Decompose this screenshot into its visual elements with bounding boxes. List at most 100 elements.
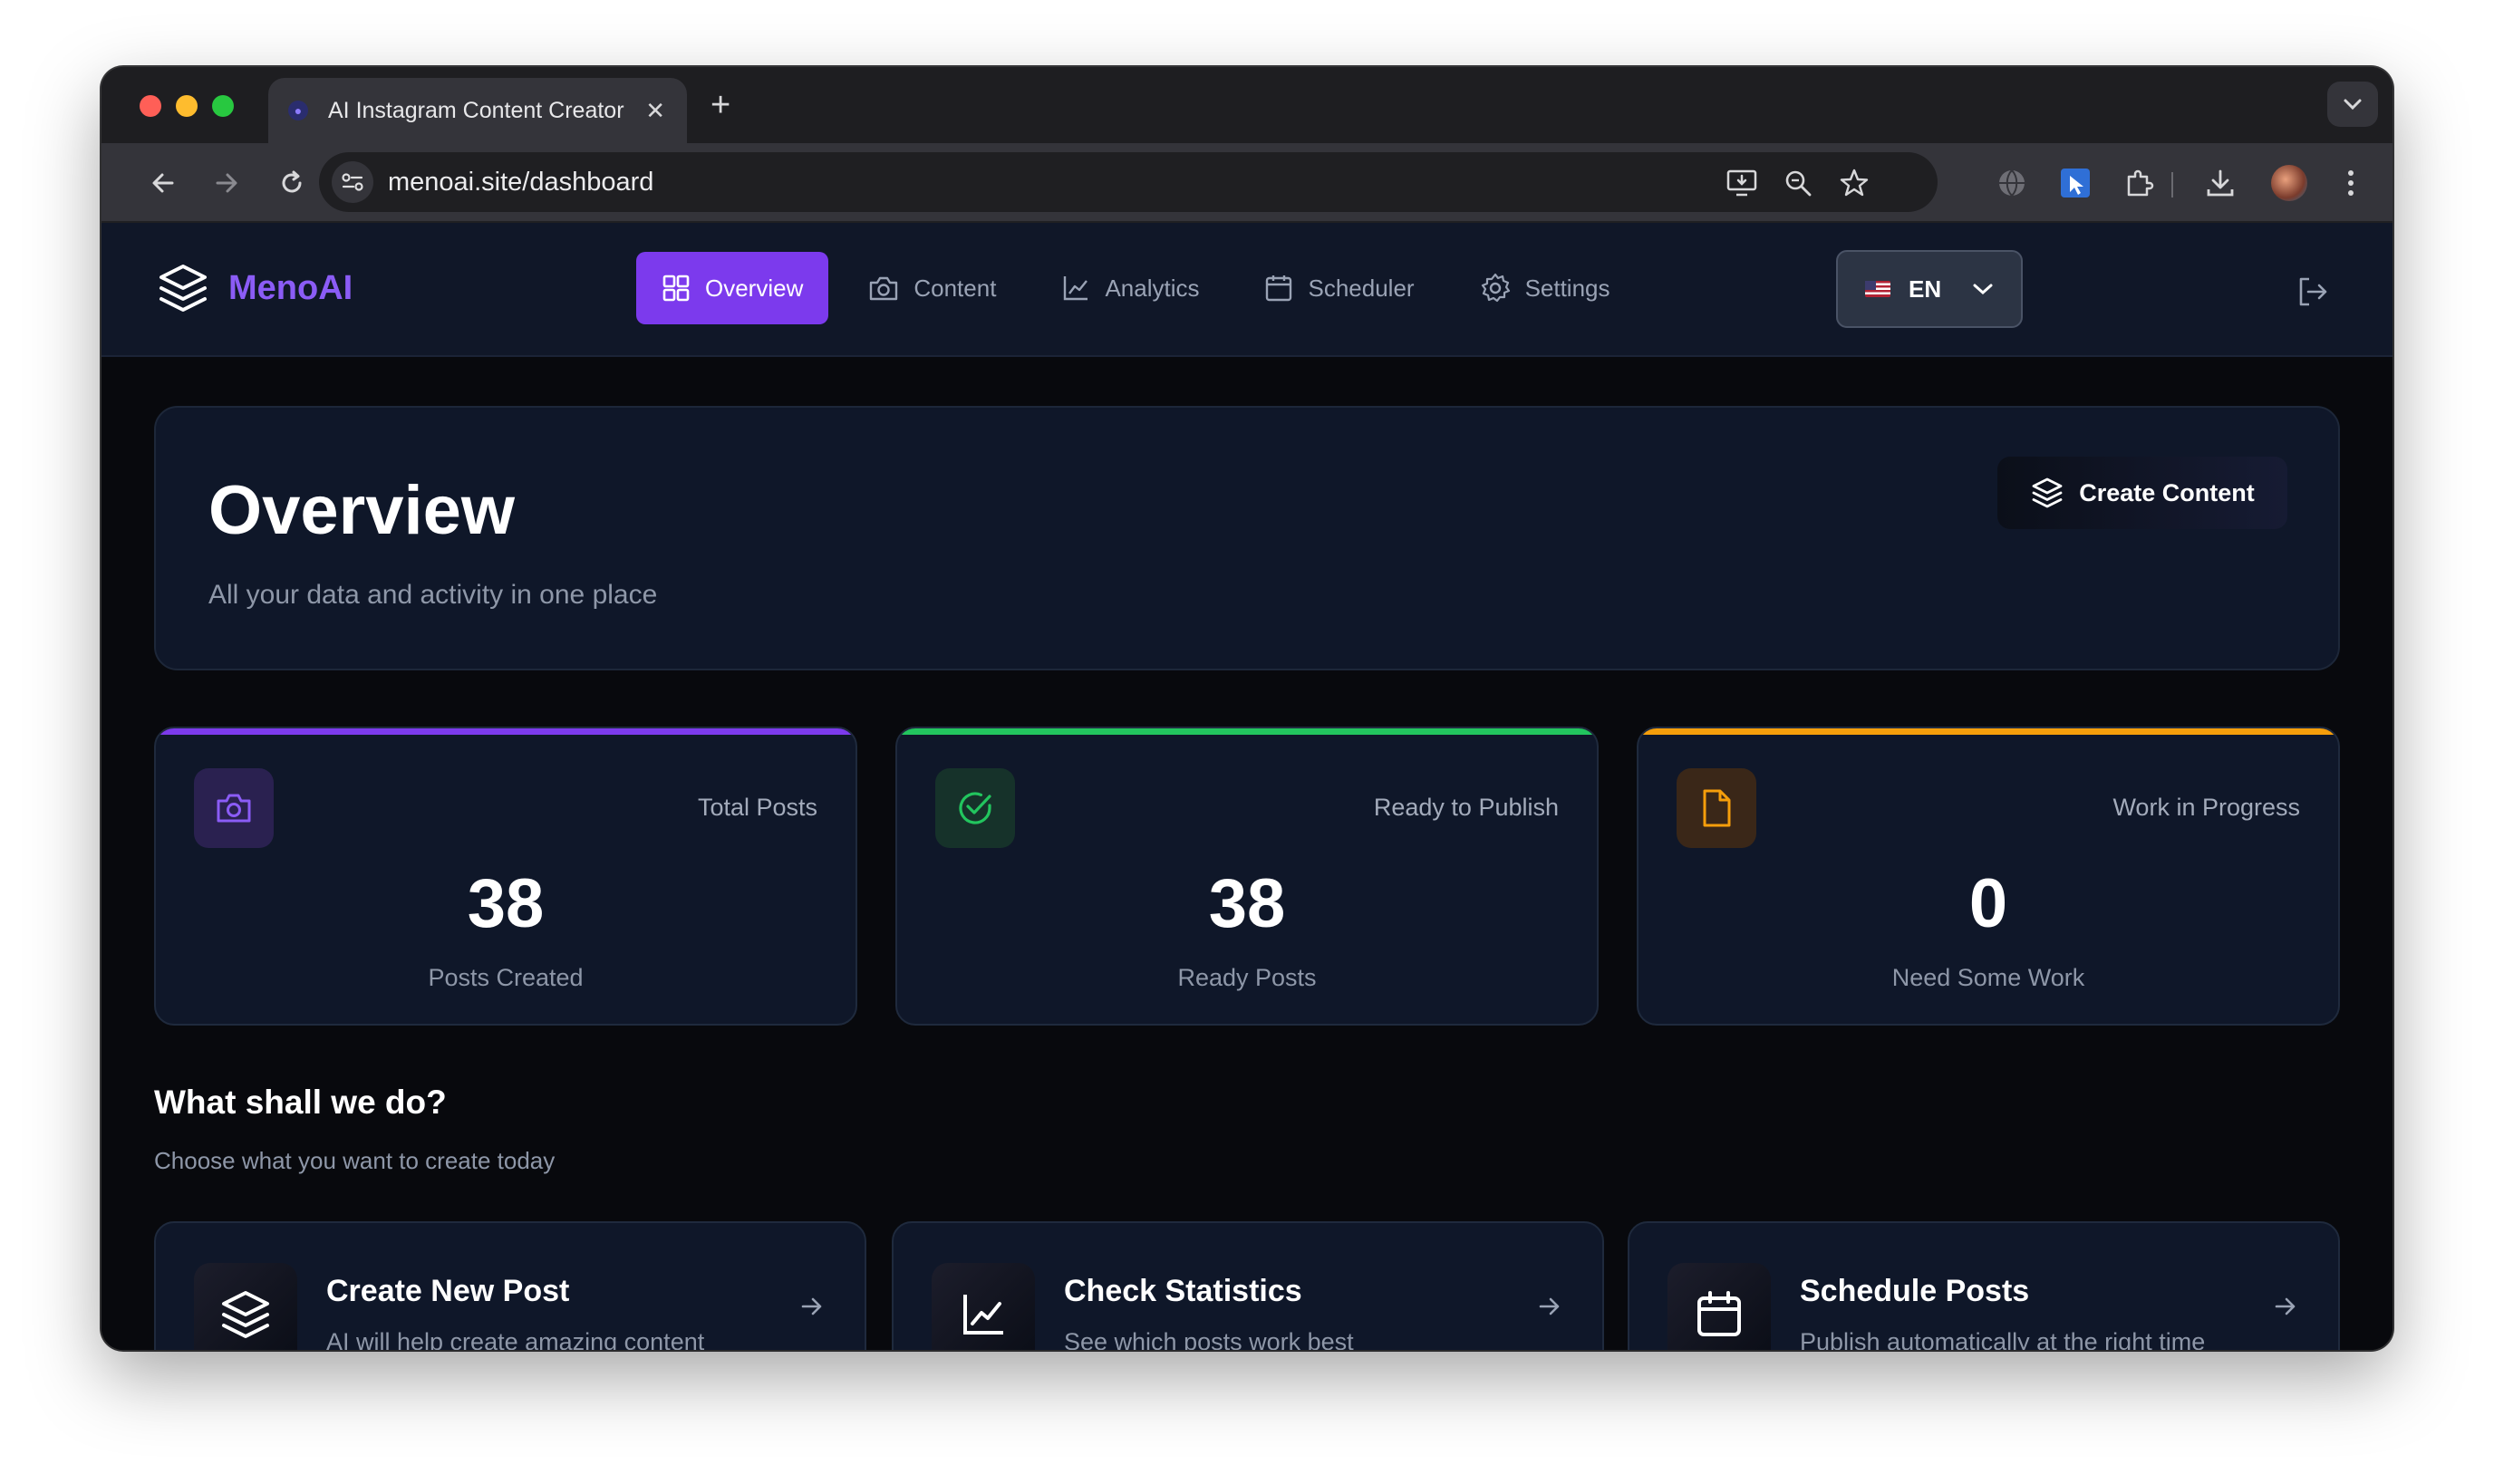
create-content-label: Create Content (2079, 478, 2255, 506)
page-title: Overview (208, 472, 515, 549)
toolbar-divider (2171, 172, 2173, 198)
camera-icon (217, 794, 251, 823)
language-selector[interactable]: EN (1836, 250, 2023, 328)
camera-icon (870, 276, 898, 301)
arrow-right-icon (1537, 1294, 1562, 1324)
reload-icon (282, 170, 302, 193)
overview-header-card: Overview All your data and activity in o… (154, 406, 2340, 670)
minimize-window-button[interactable] (176, 95, 198, 117)
line-chart-icon (1064, 276, 1088, 301)
language-code: EN (1909, 275, 1942, 303)
stat-card-ready-to-publish: Ready to Publish 38 Ready Posts (895, 727, 1599, 1026)
install-app-icon[interactable] (1726, 167, 1758, 199)
translate-globe-icon[interactable] (1994, 165, 2030, 201)
section-title: What shall we do? (154, 1084, 447, 1121)
layers-icon (222, 1291, 269, 1338)
us-flag-icon (1865, 281, 1890, 297)
app-viewport: MenoAI Overview Content Analytics Schedu… (102, 223, 2392, 1350)
stat-accent-bar (1638, 728, 2338, 735)
tab-close-icon[interactable]: ✕ (645, 97, 665, 125)
stat-caption: Ready Posts (1177, 964, 1317, 991)
browser-tab[interactable]: ● AI Instagram Content Creator ✕ (268, 78, 687, 143)
profile-avatar[interactable] (2271, 165, 2307, 201)
new-tab-button[interactable]: + (710, 87, 730, 123)
stat-card-work-in-progress: Work in Progress 0 Need Some Work (1637, 727, 2340, 1026)
stat-caption: Need Some Work (1891, 964, 2085, 991)
action-icon-box (932, 1263, 1035, 1350)
logout-button[interactable] (2296, 275, 2329, 313)
action-title: Create New Post (326, 1274, 570, 1308)
nav-analytics-label: Analytics (1105, 274, 1200, 302)
action-subtitle: Publish automatically at the right time (1800, 1328, 2206, 1350)
stat-label: Total Posts (697, 794, 817, 821)
extensions-puzzle-icon[interactable] (2121, 165, 2157, 201)
site-settings-icon[interactable] (332, 161, 373, 203)
zoom-icon[interactable] (1782, 167, 1814, 199)
nav-scheduler[interactable]: Scheduler (1239, 252, 1439, 324)
tab-title: AI Instagram Content Creator (328, 97, 624, 123)
maximize-window-button[interactable] (212, 95, 234, 117)
layers-icon (160, 265, 207, 312)
document-icon (1703, 789, 1731, 827)
calendar-icon (1266, 275, 1292, 302)
extension-cursor-icon[interactable] (2057, 165, 2093, 201)
url-text[interactable]: menoai.site/dashboard (388, 168, 653, 198)
nav-content[interactable]: Content (843, 252, 1021, 324)
action-card-check-statistics[interactable]: Check Statistics See which posts work be… (892, 1221, 1604, 1350)
action-title: Check Statistics (1064, 1274, 1302, 1308)
browser-toolbar: menoai.site/dashboard (102, 143, 2392, 223)
nav-settings[interactable]: Settings (1455, 252, 1636, 324)
calendar-icon (1697, 1291, 1741, 1336)
downloads-icon[interactable] (2202, 165, 2238, 201)
more-menu-icon[interactable] (2333, 165, 2369, 201)
gear-icon (1481, 273, 1510, 303)
stat-value: 0 (1968, 865, 2008, 942)
brand-name: MenoAI (228, 268, 353, 307)
section-subtitle: Choose what you want to create today (154, 1147, 556, 1174)
stat-accent-bar (897, 728, 1597, 735)
nav-overview[interactable]: Overview (636, 252, 829, 324)
main-nav: Overview Content Analytics Scheduler Set… (636, 252, 1650, 324)
action-subtitle: AI will help create amazing content (326, 1328, 705, 1350)
stat-caption: Posts Created (428, 964, 584, 991)
address-bar[interactable]: menoai.site/dashboard (319, 152, 1938, 212)
arrow-left-icon (152, 173, 174, 193)
stat-icon-box (935, 768, 1015, 848)
nav-scheduler-label: Scheduler (1308, 274, 1415, 302)
bookmark-star-icon[interactable] (1838, 167, 1870, 199)
forward-button[interactable] (207, 163, 246, 203)
logout-icon (2299, 277, 2327, 306)
stat-card-total-posts: Total Posts 38 Posts Created (154, 727, 857, 1026)
close-window-button[interactable] (140, 95, 161, 117)
layers-icon (2032, 477, 2063, 508)
stat-icon-box (194, 768, 274, 848)
arrow-right-icon (799, 1294, 825, 1324)
action-icon-box (1668, 1263, 1771, 1350)
browser-window: ● AI Instagram Content Creator ✕ + menoa… (102, 67, 2392, 1350)
action-card-schedule-posts[interactable]: Schedule Posts Publish automatically at … (1628, 1221, 2340, 1350)
nav-settings-label: Settings (1524, 274, 1610, 302)
action-icon-box (194, 1263, 297, 1350)
arrow-right-icon (2273, 1294, 2298, 1324)
reload-button[interactable] (272, 163, 312, 203)
stat-accent-bar (156, 728, 856, 735)
check-circle-icon (959, 792, 991, 824)
back-button[interactable] (143, 163, 183, 203)
brand-logo[interactable]: MenoAI (156, 261, 353, 315)
page-subtitle: All your data and activity in one place (208, 580, 658, 610)
action-title: Schedule Posts (1800, 1274, 2030, 1308)
grid-icon (662, 275, 690, 302)
arrow-right-icon (216, 173, 237, 193)
create-content-button[interactable]: Create Content (1997, 457, 2287, 529)
tab-bar: ● AI Instagram Content Creator ✕ + (102, 67, 2392, 143)
tab-search-button[interactable] (2327, 82, 2378, 127)
action-card-create-new-post[interactable]: Create New Post AI will help create amaz… (154, 1221, 866, 1350)
nav-analytics[interactable]: Analytics (1036, 252, 1224, 324)
app-navbar: MenoAI Overview Content Analytics Schedu… (102, 223, 2392, 357)
action-subtitle: See which posts work best (1064, 1328, 1354, 1350)
chevron-down-icon (1973, 284, 1993, 295)
stat-icon-box (1677, 768, 1756, 848)
stat-label: Ready to Publish (1373, 794, 1559, 821)
line-chart-icon (963, 1295, 1003, 1335)
stat-value: 38 (467, 865, 545, 942)
